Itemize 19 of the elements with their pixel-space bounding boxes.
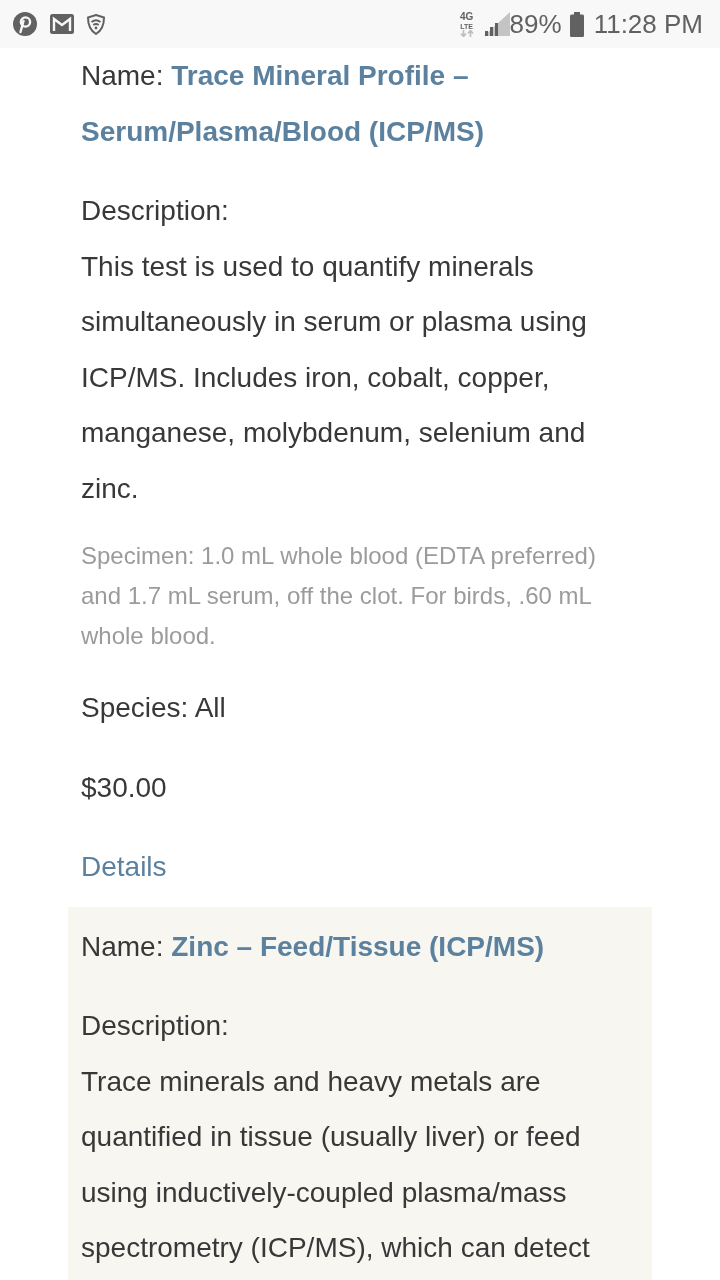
mail-icon[interactable] xyxy=(50,14,74,34)
clock-time: 11:28 PM xyxy=(593,9,703,39)
description-label: Description: xyxy=(81,194,230,228)
battery-icon xyxy=(569,11,584,37)
specimen-text: Specimen: 1.0 mL whole blood (EDTA preferred) and 1.7 mL serum, off the clot. For birds, .60 mL whole blood. xyxy=(81,541,597,651)
p-circle-icon[interactable] xyxy=(13,12,37,36)
signal-icon xyxy=(483,12,510,36)
species-text: Species: All xyxy=(81,691,227,725)
battery-percent: 89% xyxy=(509,9,562,39)
network-type-label: 4G xyxy=(459,11,474,22)
test-name: Name: Zinc – Feed/Tissue (ICP/MS) xyxy=(81,929,546,964)
details-link[interactable]: Details xyxy=(81,851,167,882)
price-text: $30.00 xyxy=(81,770,168,805)
data-arrows-icon xyxy=(459,29,474,37)
shield-wifi-icon[interactable] xyxy=(87,13,105,35)
description-label: Description: xyxy=(81,1009,230,1043)
description-text: Trace minerals and heavy metals are quantified in tissue (usually liver) or feed using inductively-coupled plasma/mass spectrometry (ICP/MS), which can detect xyxy=(81,1064,591,1265)
description-text: This test is used to quantify minerals simultaneously in serum or plasma using ICP/MS. Includes iron, cobalt, copper, manganese, molybdenum, selenium and zinc. xyxy=(81,249,588,506)
test-name: Name: Trace Mineral Profile – Serum/Plasma/Blood (ICP/MS) xyxy=(81,59,485,149)
